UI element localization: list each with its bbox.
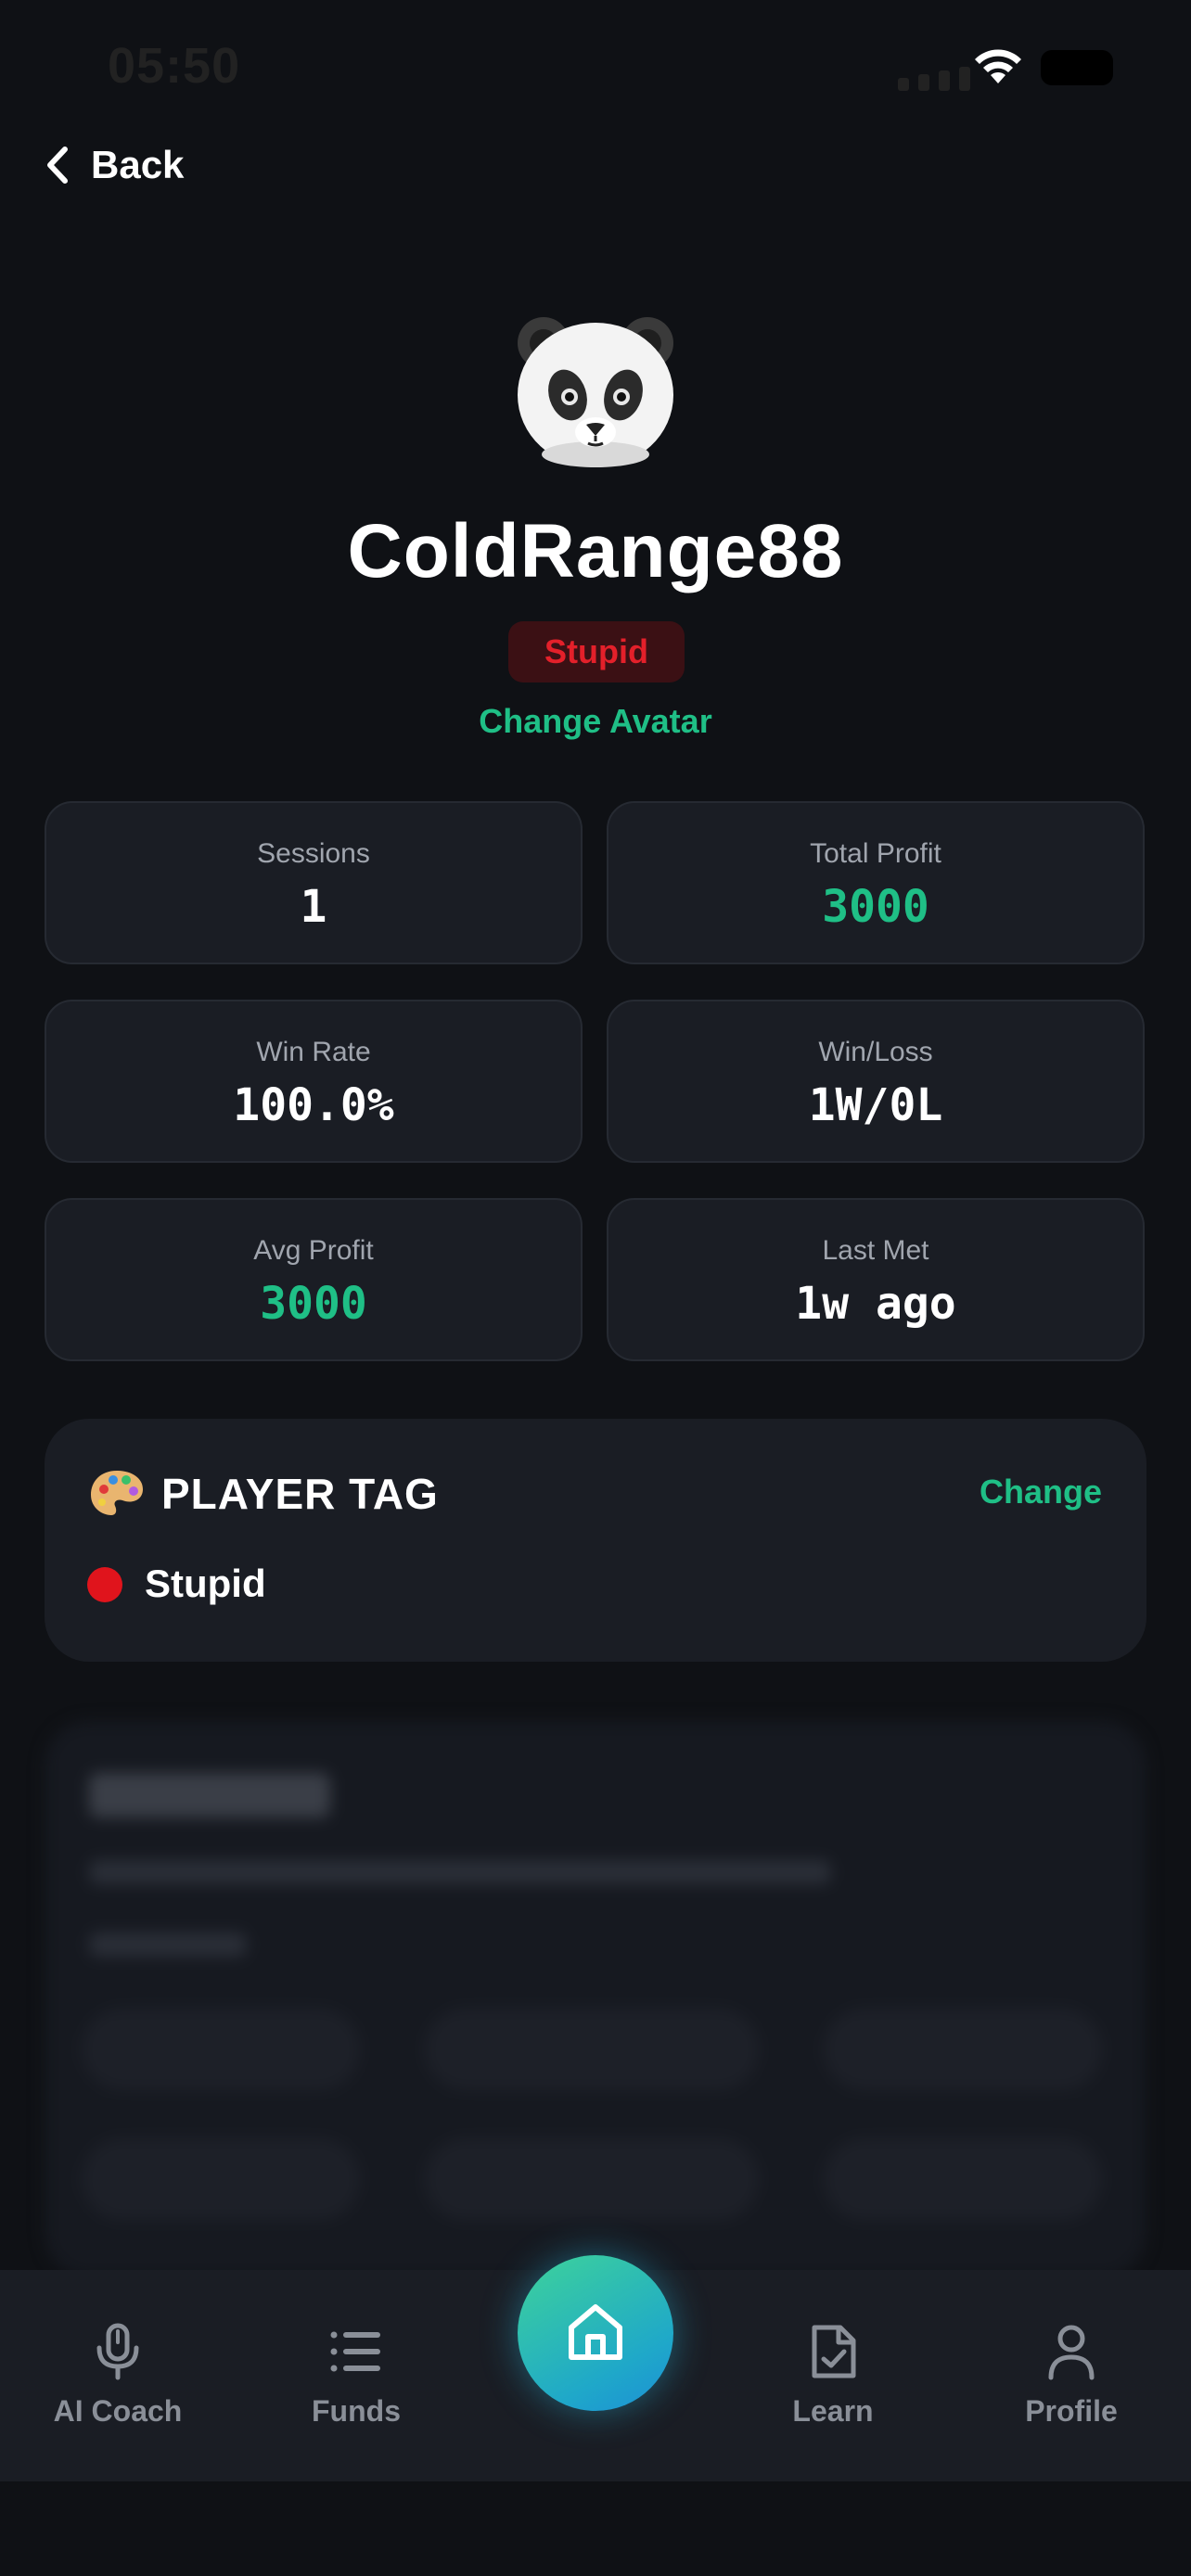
- username: ColdRange88: [347, 509, 844, 593]
- tag-name: Stupid: [145, 1562, 266, 1605]
- tab-profile[interactable]: Profile: [979, 2270, 1164, 2481]
- list-icon: [330, 2331, 380, 2372]
- person-icon: [1048, 2325, 1095, 2380]
- change-tag-button[interactable]: Change: [980, 1473, 1102, 1511]
- stat-value: 3000: [260, 1278, 367, 1330]
- tag-color-dot: [87, 1567, 122, 1602]
- tab-learn[interactable]: Learn: [740, 2270, 926, 2481]
- home-icon: [569, 2304, 622, 2360]
- stat-card-total-profit: Total Profit 3000: [607, 801, 1145, 964]
- palette-icon: [91, 1471, 143, 1515]
- wifi-icon: [975, 49, 1021, 83]
- tab-label: Funds: [312, 2394, 401, 2428]
- stat-label: Total Profit: [810, 838, 941, 869]
- stat-label: Avg Profit: [253, 1235, 374, 1266]
- panda-avatar-icon[interactable]: [512, 306, 679, 473]
- back-button[interactable]: Back: [41, 143, 184, 187]
- stat-value: 100.0%: [233, 1079, 394, 1131]
- stat-value: 1: [300, 881, 327, 933]
- microphone-icon: [96, 2323, 139, 2380]
- section-title: PLAYER TAG: [161, 1470, 439, 1518]
- status-badge: Stupid: [508, 621, 685, 682]
- stat-label: Sessions: [257, 838, 370, 869]
- tab-funds[interactable]: Funds: [263, 2270, 449, 2481]
- stat-card-win-loss: Win/Loss 1W/0L: [607, 1000, 1145, 1163]
- change-avatar-link[interactable]: Change Avatar: [0, 702, 1191, 741]
- tab-label: Profile: [1025, 2394, 1118, 2428]
- status-bar: 05:50: [0, 0, 1191, 139]
- stat-value: 1W/0L: [808, 1079, 943, 1131]
- stat-card-avg-profit: Avg Profit 3000: [45, 1198, 583, 1361]
- stat-label: Win Rate: [256, 1037, 371, 1067]
- stat-value: 1w ago: [795, 1278, 956, 1330]
- document-check-icon: [812, 2325, 856, 2378]
- home-button[interactable]: [518, 2255, 673, 2411]
- blurred-locked-section: [45, 1721, 1146, 2277]
- battery-icon: [1041, 50, 1113, 85]
- back-label: Back: [91, 143, 185, 186]
- stat-value: 3000: [822, 881, 929, 933]
- stat-label: Win/Loss: [818, 1037, 933, 1067]
- tab-ai-coach[interactable]: AI Coach: [25, 2270, 211, 2481]
- stat-label: Last Met: [822, 1235, 929, 1266]
- stat-card-sessions: Sessions 1: [45, 801, 583, 964]
- player-tag-card: PLAYER TAG Change Stupid: [45, 1419, 1146, 1662]
- status-time: 05:50: [108, 38, 241, 94]
- stat-card-last-met: Last Met 1w ago: [607, 1198, 1145, 1361]
- tab-label: AI Coach: [53, 2394, 183, 2428]
- cellular-signal-icon: [898, 67, 970, 91]
- tab-label: Learn: [792, 2394, 874, 2428]
- chevron-left-icon: [47, 147, 68, 184]
- stat-card-win-rate: Win Rate 100.0%: [45, 1000, 583, 1163]
